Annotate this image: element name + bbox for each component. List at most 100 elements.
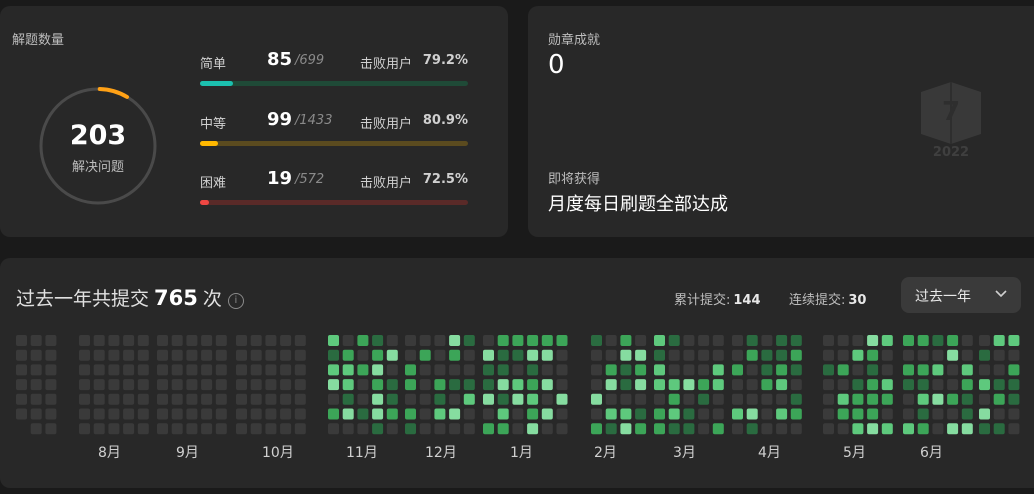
heatmap-day-cell[interactable] [903,349,914,361]
heatmap-day-cell[interactable] [236,408,247,420]
heatmap-day-cell[interactable] [917,408,929,420]
heatmap-day-cell[interactable] [947,408,959,420]
heatmap-day-cell[interactable] [386,393,398,405]
heatmap-day-cell[interactable] [993,379,1005,391]
heatmap-day-cell[interactable] [698,335,710,346]
heatmap-day-cell[interactable] [903,364,914,376]
heatmap-day-cell[interactable] [79,408,90,420]
heatmap-day-cell[interactable] [881,423,893,435]
heatmap-day-cell[interactable] [852,335,864,346]
heatmap-day-cell[interactable] [732,408,743,420]
heatmap-day-cell[interactable] [386,408,398,420]
heatmap-day-cell[interactable] [328,364,339,376]
heatmap-day-cell[interactable] [463,408,475,420]
heatmap-day-cell[interactable] [405,393,416,405]
heatmap-day-cell[interactable] [434,364,446,376]
heatmap-day-cell[interactable] [30,393,42,405]
heatmap-day-cell[interactable] [16,408,27,420]
heatmap-day-cell[interactable] [497,349,509,361]
heatmap-day-cell[interactable] [917,379,929,391]
heatmap-day-cell[interactable] [250,364,262,376]
heatmap-day-cell[interactable] [108,349,120,361]
heatmap-day-cell[interactable] [201,335,213,346]
heatmap-day-cell[interactable] [961,393,973,405]
heatmap-day-cell[interactable] [591,364,602,376]
heatmap-day-cell[interactable] [45,393,57,405]
heatmap-day-cell[interactable] [932,423,944,435]
heatmap-day-cell[interactable] [215,423,227,435]
heatmap-day-cell[interactable] [328,408,339,420]
heatmap-day-cell[interactable] [527,379,539,391]
heatmap-day-cell[interactable] [434,379,446,391]
heatmap-day-cell[interactable] [761,393,773,405]
heatmap-day-cell[interactable] [463,335,475,346]
heatmap-day-cell[interactable] [137,335,149,346]
heatmap-day-cell[interactable] [556,423,568,435]
heatmap-day-cell[interactable] [512,408,524,420]
heatmap-day-cell[interactable] [852,364,864,376]
heatmap-day-cell[interactable] [93,364,105,376]
heatmap-day-cell[interactable] [620,364,632,376]
heatmap-day-cell[interactable] [961,423,973,435]
heatmap-day-cell[interactable] [123,379,135,391]
heatmap-day-cell[interactable] [123,393,135,405]
heatmap-day-cell[interactable] [635,349,647,361]
heatmap-day-cell[interactable] [668,364,680,376]
heatmap-day-cell[interactable] [405,423,416,435]
heatmap-day-cell[interactable] [852,349,864,361]
heatmap-day-cell[interactable] [108,335,120,346]
heatmap-day-cell[interactable] [776,408,788,420]
heatmap-day-cell[interactable] [512,349,524,361]
heatmap-day-cell[interactable] [635,423,647,435]
heatmap-day-cell[interactable] [823,423,834,435]
heatmap-day-cell[interactable] [620,379,632,391]
heatmap-day-cell[interactable] [620,335,632,346]
heatmap-day-cell[interactable] [712,408,724,420]
heatmap-day-cell[interactable] [541,379,553,391]
heatmap-day-cell[interactable] [776,349,788,361]
heatmap-day-cell[interactable] [732,393,743,405]
heatmap-day-cell[interactable] [823,335,834,346]
heatmap-day-cell[interactable] [881,379,893,391]
heatmap-day-cell[interactable] [45,408,57,420]
heatmap-day-cell[interactable] [215,393,227,405]
heatmap-day-cell[interactable] [947,423,959,435]
heatmap-day-cell[interactable] [979,335,990,346]
heatmap-day-cell[interactable] [867,335,879,346]
heatmap-day-cell[interactable] [668,423,680,435]
heatmap-day-cell[interactable] [698,423,710,435]
heatmap-day-cell[interactable] [215,408,227,420]
heatmap-day-cell[interactable] [512,379,524,391]
heatmap-day-cell[interactable] [635,335,647,346]
heatmap-day-cell[interactable] [357,379,369,391]
heatmap-day-cell[interactable] [93,423,105,435]
heatmap-day-cell[interactable] [668,335,680,346]
heatmap-day-cell[interactable] [463,349,475,361]
heatmap-day-cell[interactable] [123,364,135,376]
heatmap-day-cell[interactable] [483,379,494,391]
heatmap-day-cell[interactable] [961,379,973,391]
heatmap-day-cell[interactable] [201,393,213,405]
heatmap-day-cell[interactable] [654,349,665,361]
heatmap-day-cell[interactable] [605,349,617,361]
heatmap-day-cell[interactable] [386,364,398,376]
heatmap-day-cell[interactable] [137,379,149,391]
heatmap-day-cell[interactable] [497,364,509,376]
heatmap-day-cell[interactable] [556,379,568,391]
heatmap-day-cell[interactable] [790,335,802,346]
heatmap-day-cell[interactable] [512,364,524,376]
heatmap-day-cell[interactable] [265,393,277,405]
heatmap-day-cell[interactable] [776,423,788,435]
heatmap-day-cell[interactable] [419,393,431,405]
heatmap-day-cell[interactable] [449,364,461,376]
heatmap-day-cell[interactable] [137,408,149,420]
heatmap-day-cell[interactable] [215,364,227,376]
heatmap-day-cell[interactable] [463,379,475,391]
heatmap-day-cell[interactable] [434,335,446,346]
difficulty-hard-row[interactable]: 困难 19 /572 击败用户 72.5% [200,168,468,212]
heatmap-day-cell[interactable] [137,393,149,405]
heatmap-day-cell[interactable] [45,349,57,361]
heatmap-day-cell[interactable] [932,408,944,420]
heatmap-day-cell[interactable] [556,335,568,346]
heatmap-day-cell[interactable] [328,379,339,391]
